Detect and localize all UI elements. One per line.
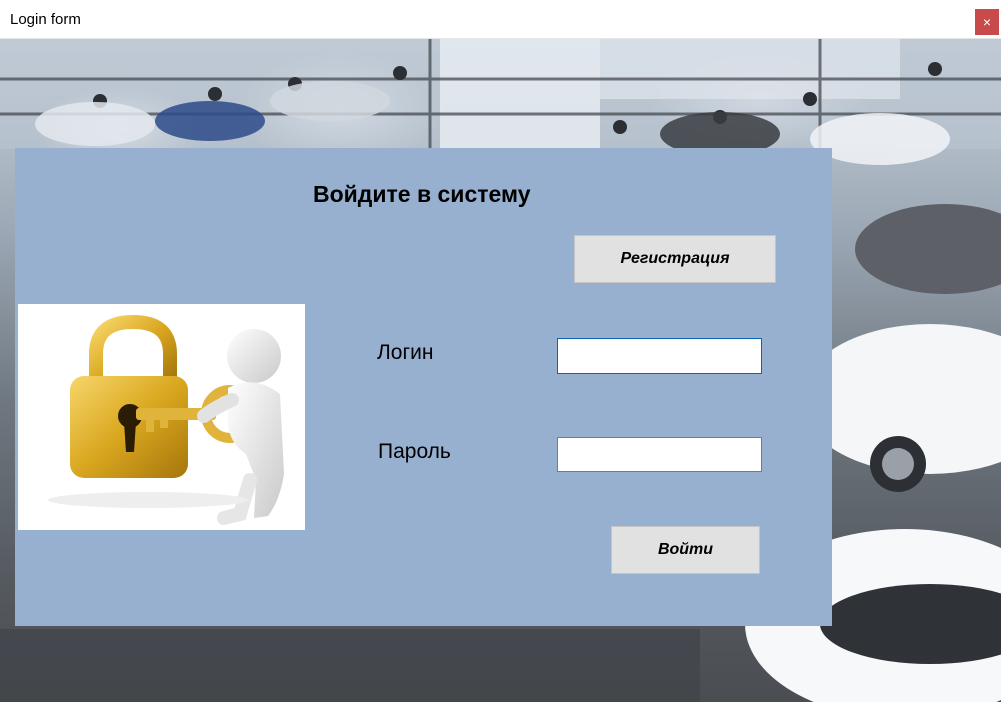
- title-bar: Login form ×: [0, 0, 1001, 39]
- padlock-key-figure-icon: [18, 304, 305, 530]
- register-button[interactable]: Регистрация: [574, 235, 776, 283]
- close-button[interactable]: ×: [975, 9, 999, 35]
- submit-login-button[interactable]: Войти: [611, 526, 760, 574]
- password-input[interactable]: [557, 437, 762, 472]
- form-heading: Войдите в систему: [313, 181, 531, 207]
- window-title: Login form: [10, 11, 81, 28]
- login-label: Логин: [377, 341, 434, 364]
- password-label: Пароль: [378, 440, 451, 463]
- login-input[interactable]: [557, 338, 762, 374]
- login-panel: Войдите в систему Регистрация Логин Паро…: [15, 148, 832, 626]
